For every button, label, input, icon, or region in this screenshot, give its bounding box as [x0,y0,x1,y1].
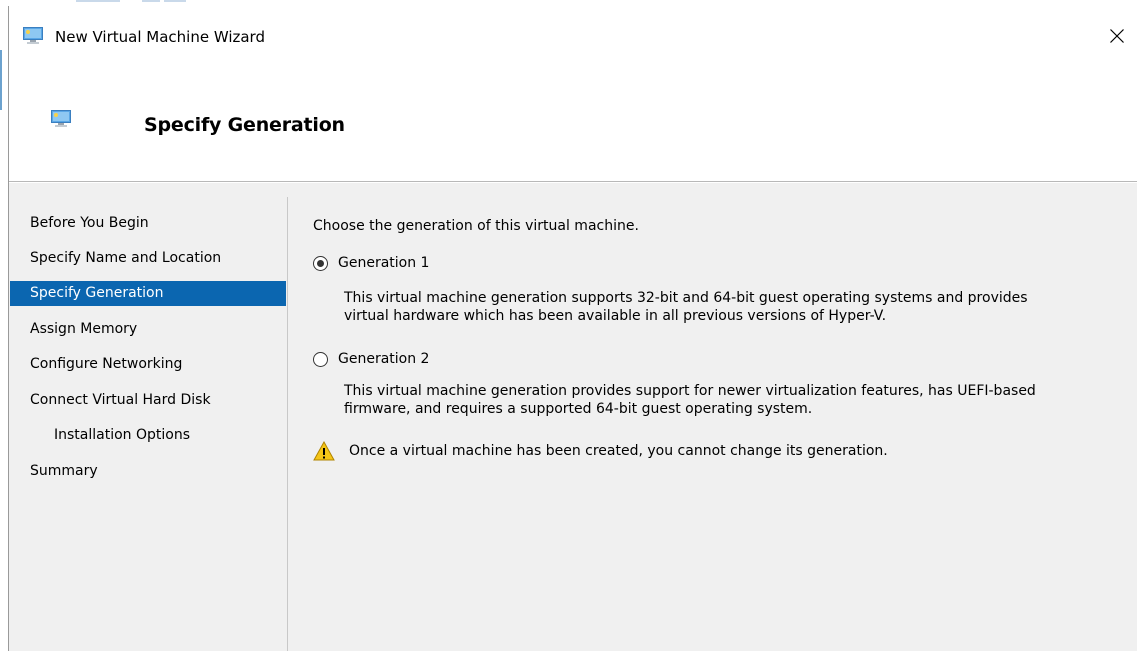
instruction-text: Choose the generation of this virtual ma… [313,218,639,234]
generation-2-radio-option[interactable]: Generation 2 [313,348,429,370]
hyper-v-vm-icon [51,110,71,127]
description-line: firmware, and requires a supported 64-bi… [344,401,813,417]
window-title: New Virtual Machine Wizard [55,28,265,46]
wizard-body: Before You Begin Specify Name and Locati… [9,183,1137,651]
page-title: Specify Generation [144,114,345,136]
generation-panel: Choose the generation of this virtual ma… [313,183,1133,651]
close-button[interactable] [1097,18,1137,54]
generation-2-label[interactable]: Generation 2 [338,349,429,369]
nav-item-installation-options[interactable]: Installation Options [10,423,286,448]
background-tab [76,0,120,2]
description-line: This virtual machine generation supports… [344,290,1028,306]
nav-item-summary[interactable]: Summary [10,459,286,484]
generation-2-description: This virtual machine generation provides… [344,382,1134,418]
wizard-steps-nav: Before You Begin Specify Name and Locati… [9,183,287,651]
generation-1-radio[interactable] [313,255,328,271]
description-line: This virtual machine generation provides… [344,383,1036,399]
nav-item-specify-name-and-location[interactable]: Specify Name and Location [10,246,286,271]
warning-message: Once a virtual machine has been created,… [313,441,888,461]
nav-item-connect-virtual-hard-disk[interactable]: Connect Virtual Hard Disk [10,388,286,413]
title-bar[interactable]: New Virtual Machine Wizard [9,6,1137,60]
description-line: virtual hardware which has been availabl… [344,308,887,324]
nav-divider [287,197,288,651]
generation-1-radio-option[interactable]: Generation 1 [313,252,429,274]
generation-1-description: This virtual machine generation supports… [344,289,1134,325]
warning-text: Once a virtual machine has been created,… [349,443,888,459]
close-icon [1110,29,1124,43]
generation-1-label[interactable]: Generation 1 [338,253,429,273]
background-window-edge [0,6,9,651]
generation-2-radio[interactable] [313,351,328,367]
warning-triangle-icon [313,441,335,461]
screen: New Virtual Machine Wizard Specify Gener… [0,0,1137,651]
background-tab [164,0,186,2]
wizard-dialog: New Virtual Machine Wizard Specify Gener… [9,6,1137,651]
nav-item-specify-generation[interactable]: Specify Generation [10,281,286,306]
nav-item-before-you-begin[interactable]: Before You Begin [10,211,286,236]
nav-item-assign-memory[interactable]: Assign Memory [10,317,286,342]
wizard-header: Specify Generation [9,60,1137,182]
background-tab [142,0,160,2]
background-accent [0,50,2,110]
nav-item-configure-networking[interactable]: Configure Networking [10,352,286,377]
hyper-v-vm-icon [23,27,43,44]
